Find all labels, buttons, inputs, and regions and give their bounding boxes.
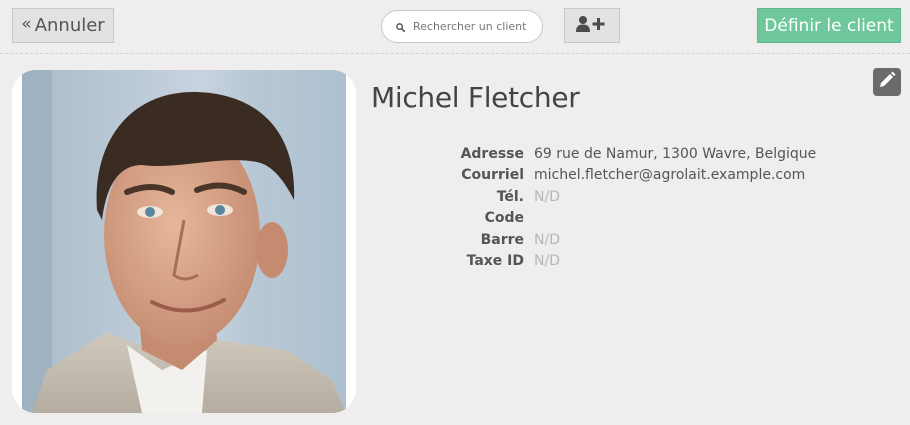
detail-row-phone: Tél. N/D	[420, 186, 816, 208]
detail-row-tax-id: Taxe ID N/D	[420, 251, 816, 273]
double-chevron-left-icon: «	[21, 14, 32, 34]
detail-value: michel.fletcher@agrolait.example.com	[534, 167, 806, 184]
detail-label: Taxe ID	[466, 253, 524, 270]
search-icon	[396, 17, 406, 36]
cancel-button[interactable]: « Annuler	[12, 8, 114, 43]
detail-value: N/D	[534, 231, 560, 248]
search-box[interactable]	[381, 10, 543, 43]
toolbar: « Annuler Définir le client	[0, 0, 910, 54]
detail-row-barcode: Barre N/D	[420, 229, 816, 251]
add-user-icon	[576, 15, 608, 37]
detail-value: N/D	[534, 253, 560, 270]
customer-details: Adresse 69 rue de Namur, 1300 Wavre, Bel…	[420, 143, 817, 273]
detail-label: Barre	[480, 231, 524, 248]
detail-value: N/D	[534, 188, 560, 205]
detail-value	[534, 208, 816, 230]
detail-label: Courriel	[461, 167, 524, 184]
detail-label: Tél.	[496, 188, 524, 205]
detail-row-address: Adresse 69 rue de Namur, 1300 Wavre, Bel…	[420, 143, 817, 165]
detail-label: Code	[484, 210, 524, 227]
cancel-button-label: Annuler	[34, 15, 105, 36]
pencil-icon	[878, 71, 896, 93]
detail-row-code: Code	[420, 208, 816, 230]
detail-row-email: Courriel michel.fletcher@agrolait.exampl…	[420, 165, 816, 187]
customer-name: Michel Fletcher	[371, 81, 580, 114]
detail-value: 69 rue de Namur, 1300 Wavre, Belgique	[534, 145, 817, 162]
add-customer-button[interactable]	[564, 8, 620, 43]
detail-label: Adresse	[460, 145, 524, 162]
edit-customer-button[interactable]	[873, 68, 901, 96]
search-input[interactable]	[413, 20, 533, 33]
set-customer-button[interactable]: Définir le client	[757, 8, 901, 43]
customer-photo	[12, 70, 356, 413]
